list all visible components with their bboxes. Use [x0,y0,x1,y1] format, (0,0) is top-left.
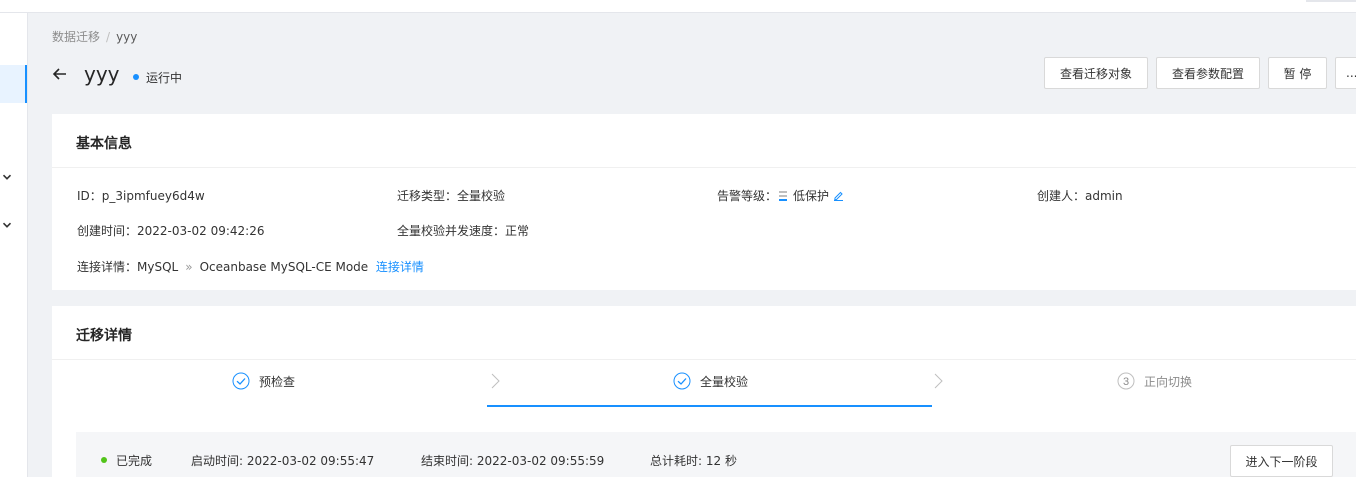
migration-type: 迁移类型：全量校验 [397,189,506,203]
chevron-right-icon [934,373,943,389]
total-duration: 总计耗时: 12 秒 [650,454,737,468]
next-stage-button[interactable]: 进入下一阶段 [1230,445,1333,477]
step-forward-switch[interactable]: 3 正向切换 [1117,372,1192,390]
chevron-down-icon[interactable] [2,220,12,230]
step-number-icon: 3 [1117,372,1135,390]
breadcrumb-parent[interactable]: 数据迁移 [52,30,100,44]
migration-detail-title: 迁移详情 [76,328,132,344]
svg-text:3: 3 [1123,376,1129,388]
active-step-indicator [487,405,932,407]
view-migration-objects-button[interactable]: 查看迁移对象 [1044,57,1148,89]
back-arrow-icon[interactable] [52,66,68,82]
created-time: 创建时间：2022-03-02 09:42:26 [77,224,265,238]
start-time: 启动时间: 2022-03-02 09:55:47 [191,454,375,468]
basic-info-title: 基本信息 [76,136,132,152]
connection-detail: 连接详情：MySQL» Oceanbase MySQL-CE Mode 连接详情 [77,260,424,274]
status-dot [133,74,139,80]
step-label: 全量校验 [700,374,749,389]
basic-info-card: 基本信息 ID：p_3ipmfuey6d4w 迁移类型：全量校验 告警等级： 低保… [52,114,1356,290]
sidebar-item-active[interactable] [0,65,27,103]
status-dot [101,457,107,463]
edit-icon[interactable] [833,190,844,201]
stage-result-panel: 已完成 启动时间: 2022-03-02 09:55:47 结束时间: 2022… [76,432,1356,477]
divider [52,359,1356,360]
top-bar [0,0,1356,13]
check-circle-icon [673,372,691,390]
step-label: 正向切换 [1144,374,1193,389]
check-circle-icon [232,372,250,390]
end-time: 结束时间: 2022-03-02 09:55:59 [421,454,605,468]
stage-status: 已完成 [101,452,152,469]
divider [52,167,1356,168]
breadcrumb-current: yyy [116,30,138,44]
creator: 创建人：admin [1037,189,1123,203]
step-precheck[interactable]: 预检查 [232,372,295,390]
alarm-level-icon [779,191,788,201]
task-id: ID：p_3ipmfuey6d4w [77,189,205,203]
chevron-right-icon [491,373,500,389]
step-full-verification[interactable]: 全量校验 [673,372,748,390]
view-parameter-config-button[interactable]: 查看参数配置 [1156,57,1260,89]
status-badge: 运行中 [133,69,182,86]
breadcrumb: 数据迁移 / yyy [52,28,137,45]
page-title: yyy [84,62,120,86]
top-bar-accent [1306,0,1356,2]
status-text: 运行中 [146,71,183,85]
breadcrumb-separator: / [106,30,111,44]
alarm-level: 告警等级： 低保护 [717,187,844,204]
more-button[interactable]: ... [1335,57,1356,89]
chevron-down-icon[interactable] [2,172,12,182]
double-arrow-icon: » [185,260,193,274]
sidebar [0,13,28,477]
pause-button[interactable]: 暂 停 [1268,57,1327,89]
connection-detail-link[interactable]: 连接详情 [376,260,424,274]
concurrency-speed: 全量校验并发速度：正常 [397,224,530,238]
step-label: 预检查 [259,374,296,389]
